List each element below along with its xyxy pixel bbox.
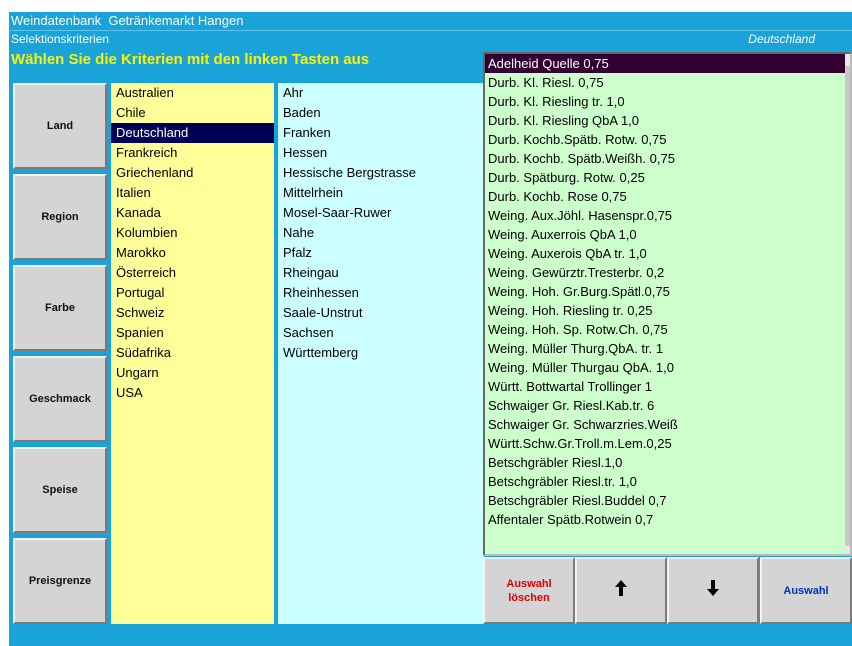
region-list-item[interactable]: Württemberg [278, 343, 484, 363]
criteria-button-label: Farbe [45, 302, 75, 314]
clear-label-line2: löschen [508, 591, 550, 604]
region-list-item[interactable]: Mosel-Saar-Ruwer [278, 203, 484, 223]
wine-list-item[interactable]: Weing. Auxerois QbA tr. 1,0 [485, 244, 850, 263]
region-list-item[interactable]: Franken [278, 123, 484, 143]
region-list-item[interactable]: Pfalz [278, 243, 484, 263]
criteria-button-label: Region [41, 211, 79, 223]
country-list-item[interactable]: Australien [111, 83, 274, 103]
wine-list-item[interactable]: Weing. Müller Thurg.QbA. tr. 1 [485, 339, 850, 358]
region-list-item[interactable]: Hessische Bergstrasse [278, 163, 484, 183]
wine-list-item[interactable]: Affentaler Spätb.Rotwein 0,7 [485, 510, 850, 529]
wine-list-item[interactable]: Weing. Hoh. Riesling tr. 0,25 [485, 301, 850, 320]
criteria-button-speise[interactable]: Speise [13, 447, 107, 533]
region-list-item[interactable]: Mittelrhein [278, 183, 484, 203]
wine-list-item[interactable]: Weing. Hoh. Sp. Rotw.Ch. 0,75 [485, 320, 850, 339]
country-list[interactable]: Australien Chile Deutschland Frankreich Grie… [111, 83, 274, 624]
action-bar: Auswahl löschen Auswahl [483, 557, 852, 624]
country-list-item[interactable]: Griechenland [111, 163, 274, 183]
wine-list-item[interactable]: Durb. Kochb. Spätb.Weißh. 0,75 [485, 149, 850, 168]
wine-list-item[interactable]: Durb. Kochb.Spätb. Rotw. 0,75 [485, 130, 850, 149]
arrow-up-icon [615, 579, 627, 602]
criteria-button-label: Speise [42, 484, 78, 496]
country-list-item[interactable]: Portugal [111, 283, 274, 303]
region-list-item[interactable]: Rheingau [278, 263, 484, 283]
region-list-item[interactable]: Saale-Unstrut [278, 303, 484, 323]
wine-list-item[interactable]: Weing. Müller Thurgau QbA. 1,0 [485, 358, 850, 377]
wine-list-item[interactable]: Betschgräbler Riesl.tr. 1,0 [485, 472, 850, 491]
region-list-item[interactable]: Rheinhessen [278, 283, 484, 303]
window-title: Weindatenbank Getränkemarkt Hangen [9, 12, 852, 30]
country-list-item[interactable]: USA [111, 383, 274, 403]
country-list-item[interactable]: Kolumbien [111, 223, 274, 243]
country-list-item[interactable]: Italien [111, 183, 274, 203]
criteria-button-label: Geschmack [29, 393, 91, 405]
country-list-item[interactable]: Spanien [111, 323, 274, 343]
wine-list-item[interactable]: Weing. Gewürztr.Tresterbr. 0,2 [485, 263, 850, 282]
move-down-button[interactable] [667, 557, 759, 624]
select-button[interactable]: Auswahl [760, 557, 852, 624]
wine-list-item[interactable]: Durb. Kl. Riesl. 0,75 [485, 73, 850, 92]
wine-list-item[interactable]: Weing. Aux.Jöhl. Hasenspr.0,75 [485, 206, 850, 225]
wine-list-item[interactable]: Adelheid Quelle 0,75 [485, 54, 850, 73]
region-list-item[interactable]: Ahr [278, 83, 484, 103]
wine-list-item[interactable]: Durb. Kl. Riesling tr. 1,0 [485, 92, 850, 111]
country-list-item[interactable]: Ungarn [111, 363, 274, 383]
wine-list-item[interactable]: Württ.Schw.Gr.Troll.m.Lem.0,25 [485, 434, 850, 453]
region-list-item[interactable]: Sachsen [278, 323, 484, 343]
subheader-label: Selektionskriterien [11, 32, 110, 46]
wine-list-item[interactable]: Durb. Kochb. Rose 0,75 [485, 187, 850, 206]
wine-list[interactable]: Adelheid Quelle 0,75 Durb. Kl. Riesl. 0,7… [483, 52, 852, 556]
criteria-button-preisgrenze[interactable]: Preisgrenze [13, 538, 107, 624]
clear-label-line1: Auswahl [506, 577, 552, 590]
country-list-item[interactable]: Marokko [111, 243, 274, 263]
wine-list-item[interactable]: Weing. Auxerrois QbA 1,0 [485, 225, 850, 244]
country-list-item[interactable]: Schweiz [111, 303, 274, 323]
app-window: Weindatenbank Getränkemarkt Hangen Selek… [9, 12, 852, 646]
wine-list-item[interactable]: Württ. Bottwartal Trollinger 1 [485, 377, 850, 396]
country-list-item[interactable]: Frankreich [111, 143, 274, 163]
country-list-item[interactable]: Südafrika [111, 343, 274, 363]
wine-list-item[interactable]: Durb. Spätburg. Rotw. 0,25 [485, 168, 850, 187]
country-list-item[interactable]: Chile [111, 103, 274, 123]
region-list[interactable]: Ahr Baden Franken Hessen Hessische Bergstras… [278, 83, 484, 624]
wine-list-item[interactable]: Schwaiger Gr. Schwarzries.Weiß [485, 415, 850, 434]
criteria-button-region[interactable]: Region [13, 174, 107, 260]
status-strip [9, 624, 852, 646]
wine-list-item[interactable]: Durb. Kl. Riesling QbA 1,0 [485, 111, 850, 130]
move-up-button[interactable] [575, 557, 667, 624]
country-list-item[interactable]: Kanada [111, 203, 274, 223]
country-list-item[interactable]: Deutschland [111, 123, 274, 143]
wine-list-item[interactable]: Betschgräbler Riesl.Buddel 0,7 [485, 491, 850, 510]
wine-list-item[interactable]: Schwaiger Gr. Riesl.Kab.tr. 6 [485, 396, 850, 415]
country-list-item[interactable]: Österreich [111, 263, 274, 283]
scrollbar-thumb[interactable] [845, 66, 850, 546]
current-selection-label: Deutschland [748, 32, 815, 46]
subheader: Selektionskriterien Deutschland [9, 30, 852, 47]
wine-list-scrollbar[interactable] [845, 54, 850, 554]
region-list-item[interactable]: Nahe [278, 223, 484, 243]
region-list-item[interactable]: Baden [278, 103, 484, 123]
criteria-button-geschmack[interactable]: Geschmack [13, 356, 107, 442]
criteria-button-farbe[interactable]: Farbe [13, 265, 107, 351]
clear-selection-button[interactable]: Auswahl löschen [483, 557, 575, 624]
wine-list-item[interactable]: Weing. Hoh. Gr.Burg.Spätl.0,75 [485, 282, 850, 301]
region-list-item[interactable]: Hessen [278, 143, 484, 163]
arrow-down-icon [707, 579, 719, 602]
wine-list-item[interactable]: Betschgräbler Riesl.1,0 [485, 453, 850, 472]
instruction-text: Wählen Sie die Kriterien mit den linken … [11, 51, 370, 68]
criteria-button-land[interactable]: Land [13, 83, 107, 169]
criteria-button-label: Land [46, 120, 74, 132]
select-button-label: Auswahl [783, 584, 829, 597]
criteria-button-label: Preisgrenze [28, 575, 92, 587]
criteria-button-column: Land Region Farbe Geschmack Speise Preis… [13, 83, 107, 624]
